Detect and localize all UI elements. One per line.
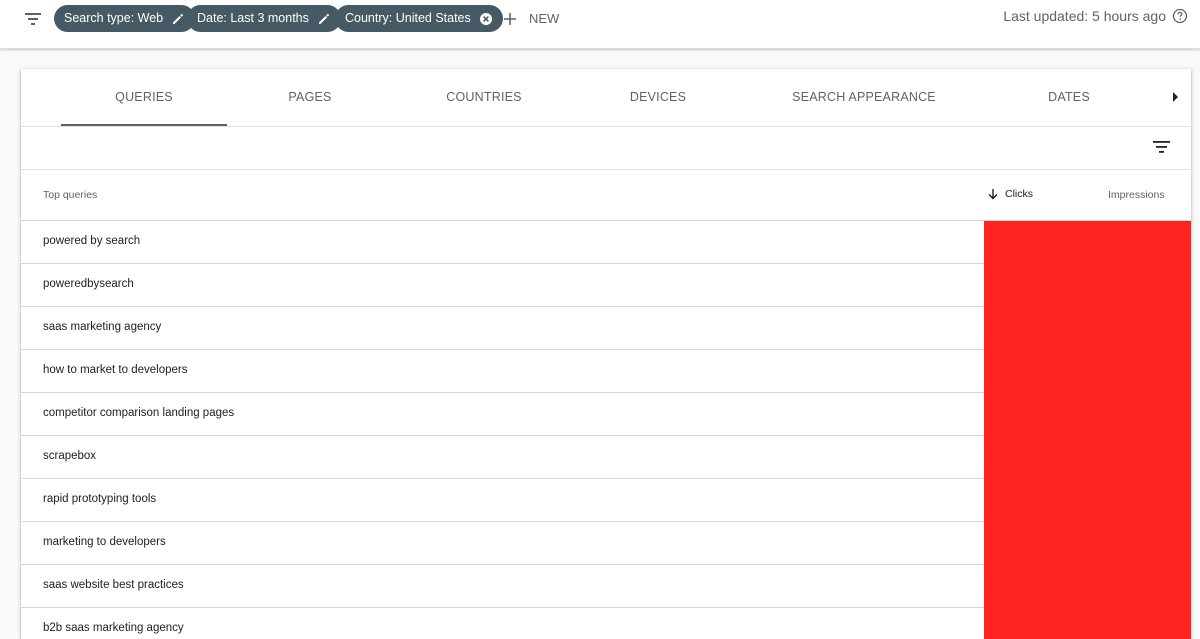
tab-queries[interactable]: QUERIES <box>61 69 227 126</box>
column-header-clicks[interactable]: Clicks <box>987 188 1033 200</box>
tab-dates[interactable]: DATES <box>986 69 1152 126</box>
query-text: rapid prototyping tools <box>43 493 157 505</box>
last-updated: Last updated: 5 hours ago <box>1003 8 1188 24</box>
tab-pages[interactable]: PAGES <box>227 69 393 126</box>
tabs-scroll-right-icon[interactable] <box>1173 92 1178 102</box>
table-toolbar <box>21 127 1191 170</box>
query-text: how to market to developers <box>43 364 188 376</box>
tab-search-appearance[interactable]: SEARCH APPEARANCE <box>771 69 957 126</box>
query-text: powered by search <box>43 235 141 247</box>
performance-card: QUERIES PAGES COUNTRIES DEVICES SEARCH A… <box>21 69 1191 639</box>
tab-devices[interactable]: DEVICES <box>575 69 741 126</box>
chip-label: Country: United States <box>345 11 471 25</box>
column-header-query[interactable]: Top queries <box>43 189 97 201</box>
new-filter-button[interactable]: NEW <box>503 5 559 32</box>
filter-bar: Search type: Web Date: Last 3 months Cou… <box>0 0 1200 49</box>
table-header: Top queries Clicks Impressions <box>21 170 1191 221</box>
new-label: NEW <box>529 11 560 26</box>
filter-icon[interactable] <box>1153 140 1170 154</box>
chip-label: Search type: Web <box>64 11 164 25</box>
query-text: competitor comparison landing pages <box>43 407 235 419</box>
chip-date[interactable]: Date: Last 3 months <box>187 5 341 32</box>
tab-countries[interactable]: COUNTRIES <box>401 69 567 126</box>
query-text: saas marketing agency <box>43 321 162 333</box>
pencil-icon[interactable] <box>171 12 185 26</box>
close-circle-icon[interactable] <box>479 12 493 26</box>
plus-icon <box>504 12 516 25</box>
filter-icon[interactable] <box>23 11 43 27</box>
active-tab-indicator <box>61 124 227 126</box>
query-text: b2b saas marketing agency <box>43 622 184 634</box>
arrow-down-icon <box>988 189 998 200</box>
query-text: scrapebox <box>43 450 97 462</box>
query-text: marketing to developers <box>43 536 166 548</box>
chip-search-type[interactable]: Search type: Web <box>54 5 196 32</box>
dimension-tabs: QUERIES PAGES COUNTRIES DEVICES SEARCH A… <box>21 69 1191 127</box>
help-icon[interactable] <box>1172 8 1188 24</box>
column-header-clicks-label: Clicks <box>1005 188 1033 200</box>
pencil-icon[interactable] <box>317 12 331 26</box>
last-updated-text: Last updated: 5 hours ago <box>1003 8 1166 24</box>
chip-country[interactable]: Country: United States <box>335 5 503 32</box>
query-text: poweredbysearch <box>43 278 134 290</box>
redacted-metrics-block <box>984 221 1191 639</box>
chip-label: Date: Last 3 months <box>197 11 309 25</box>
column-header-impressions[interactable]: Impressions <box>1108 189 1165 201</box>
query-text: saas website best practices <box>43 579 184 591</box>
